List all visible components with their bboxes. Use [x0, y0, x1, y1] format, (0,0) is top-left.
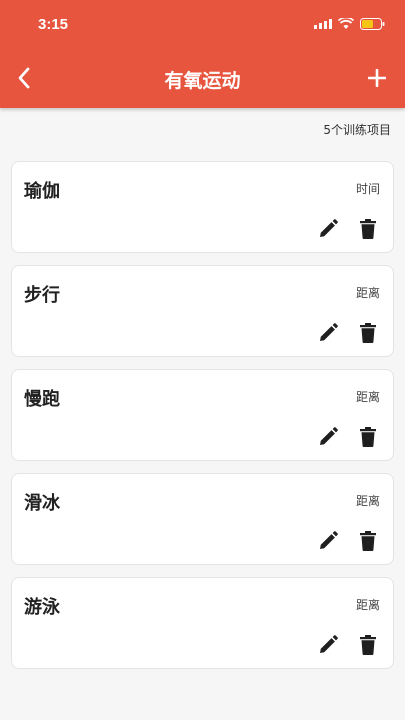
card-actions — [317, 426, 379, 448]
exercise-count: 5个训练项目 — [323, 123, 391, 137]
exercise-type: 距离 — [355, 286, 380, 300]
pencil-icon — [320, 427, 338, 445]
exercise-card[interactable]: 瑜伽 时间 — [11, 161, 394, 253]
trash-icon — [360, 219, 376, 239]
add-exercise-button[interactable] — [363, 64, 391, 92]
exercise-name: 滑冰 — [24, 493, 60, 514]
trash-icon — [360, 427, 376, 447]
status-icons — [314, 18, 385, 30]
edit-button[interactable] — [317, 322, 339, 344]
delete-button[interactable] — [357, 426, 379, 448]
trash-icon — [360, 635, 376, 655]
pencil-icon — [320, 531, 338, 549]
exercise-name: 瑜伽 — [24, 181, 60, 202]
edit-button[interactable] — [317, 634, 339, 656]
exercise-list: 瑜伽 时间 步行 距离 慢跑 距离 滑冰 距离 游泳 距离 — [11, 161, 394, 681]
exercise-card[interactable]: 慢跑 距离 — [11, 369, 394, 461]
status-time: 3:15 — [38, 16, 69, 33]
exercise-card[interactable]: 步行 距离 — [11, 265, 394, 357]
trash-icon — [360, 531, 376, 551]
edit-button[interactable] — [317, 426, 339, 448]
exercise-name: 步行 — [24, 285, 60, 306]
card-actions — [317, 530, 379, 552]
cellular-signal-icon — [314, 19, 332, 29]
battery-icon — [360, 18, 385, 30]
edit-button[interactable] — [317, 530, 339, 552]
card-actions — [317, 218, 379, 240]
delete-button[interactable] — [357, 530, 379, 552]
wifi-icon — [338, 18, 354, 29]
pencil-icon — [320, 323, 338, 341]
app-header: 3:15 有氧运动 — [0, 0, 405, 108]
exercise-type: 距离 — [355, 494, 380, 508]
delete-button[interactable] — [357, 322, 379, 344]
nav-bar: 有氧运动 — [0, 50, 405, 108]
page-title: 有氧运动 — [164, 70, 241, 92]
status-bar: 3:15 — [0, 0, 405, 44]
exercise-name: 游泳 — [24, 597, 60, 618]
exercise-type: 距离 — [355, 390, 380, 404]
exercise-type: 时间 — [355, 182, 380, 196]
plus-icon — [368, 69, 386, 87]
card-actions — [317, 322, 379, 344]
pencil-icon — [320, 635, 338, 653]
exercise-card[interactable]: 游泳 距离 — [11, 577, 394, 669]
exercise-card[interactable]: 滑冰 距离 — [11, 473, 394, 565]
edit-button[interactable] — [317, 218, 339, 240]
delete-button[interactable] — [357, 634, 379, 656]
exercise-type: 距离 — [355, 598, 380, 612]
card-actions — [317, 634, 379, 656]
trash-icon — [360, 323, 376, 343]
pencil-icon — [320, 219, 338, 237]
delete-button[interactable] — [357, 218, 379, 240]
exercise-name: 慢跑 — [24, 389, 60, 410]
